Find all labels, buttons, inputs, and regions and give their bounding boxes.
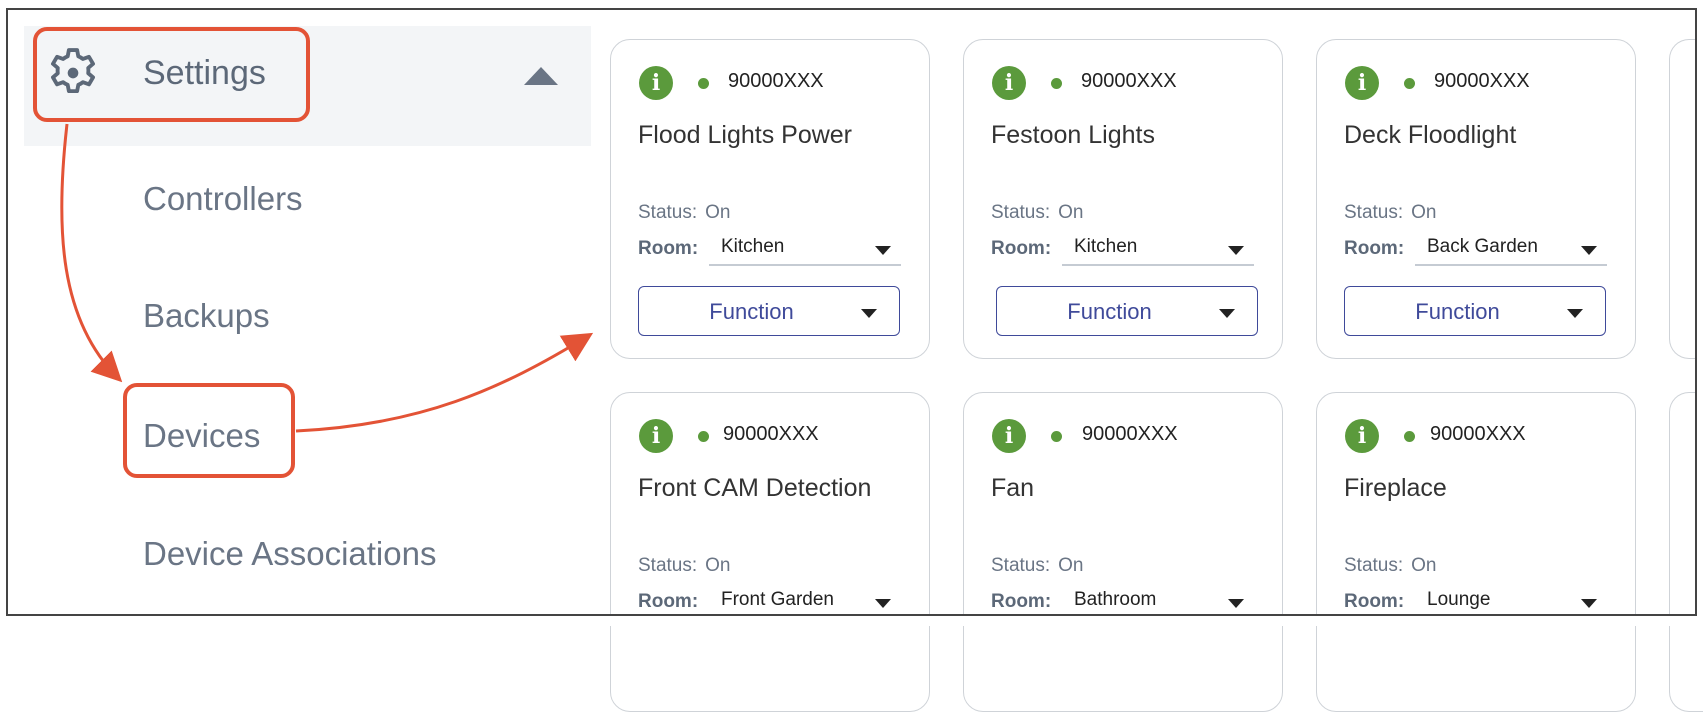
room-select[interactable]: Bathroom [1062,583,1254,619]
settings-highlight-box [33,27,310,122]
info-icon[interactable]: i [639,66,673,100]
chevron-down-icon [1228,246,1244,255]
room-select[interactable]: Kitchen [709,230,901,266]
status-row: Status: On [638,202,731,224]
room-label: Room: [638,591,699,612]
status-label: Status: [991,202,1051,223]
info-icon[interactable]: i [992,66,1026,100]
status-value: On [705,555,731,576]
device-card[interactable]: i 90000XXX Deck Floodlight Status: On Roo… [1316,39,1636,359]
status-label: Status: [1344,555,1404,576]
chevron-down-icon [875,246,891,255]
sidebar-item-controllers[interactable]: Controllers [143,180,303,218]
room-value: Front Garden [721,589,834,610]
sidebar-item-device-associations[interactable]: Device Associations [143,535,436,573]
room-label: Room: [991,238,1052,259]
device-card[interactable]: i 90000XXX Fan Status: On Room: Bathroom [963,392,1283,712]
status-row: Status: On [991,555,1084,577]
room-select[interactable]: Lounge [1415,583,1607,619]
status-value: On [1058,202,1084,223]
info-icon[interactable]: i [1345,419,1379,453]
sidebar-item-backups[interactable]: Backups [143,297,270,335]
device-card[interactable]: i 90000XXX Flood Lights Power Status: On … [610,39,930,359]
room-select[interactable]: Back Garden [1415,230,1607,266]
room-value: Kitchen [1074,236,1138,257]
device-id: 90000XXX [728,70,824,92]
function-dropdown-button[interactable]: Function [996,286,1258,336]
room-select[interactable]: Kitchen [1062,230,1254,266]
function-dropdown-button[interactable]: Function [1344,286,1606,336]
device-id: 90000XXX [1081,70,1177,92]
device-card[interactable]: i 90000XXX Fireplace Status: On Room: Lou… [1316,392,1636,712]
device-id: 90000XXX [1430,423,1526,445]
device-name: Festoon Lights [991,121,1155,149]
device-id: 90000XXX [1434,70,1530,92]
online-status-dot [1051,431,1062,442]
info-icon[interactable]: i [1345,66,1379,100]
device-name: Fan [991,474,1035,502]
status-row: Status: On [1344,555,1437,577]
room-value: Kitchen [721,236,785,257]
status-value: On [705,202,731,223]
info-icon[interactable]: i [992,419,1026,453]
status-value: On [1411,202,1437,223]
right-mask [1697,0,1703,626]
status-value: On [1411,555,1437,576]
room-value: Back Garden [1427,236,1538,257]
status-row: Status: On [1344,202,1437,224]
function-dropdown-button[interactable]: Function [638,286,900,336]
status-row: Status: On [638,555,731,577]
room-value: Bathroom [1074,589,1157,610]
status-label: Status: [638,555,698,576]
online-status-dot [1404,78,1415,89]
chevron-down-icon [1567,309,1583,318]
device-id: 90000XXX [1082,423,1178,445]
status-value: On [1058,555,1084,576]
device-name: Flood Lights Power [638,121,853,149]
chevron-down-icon [1581,246,1597,255]
device-card[interactable]: i 90000XXX Front CAM Detection Status: On… [610,392,930,712]
device-id: 90000XXX [723,423,819,445]
status-label: Status: [1344,202,1404,223]
function-label: Function [1067,299,1152,324]
bottom-mask [0,616,1703,626]
collapse-caret-icon[interactable] [524,67,558,85]
device-name: Deck Floodlight [1344,121,1517,149]
function-label: Function [709,299,794,324]
device-card[interactable]: i 90000XXX Festoon Lights Status: On Room… [963,39,1283,359]
online-status-dot [698,431,709,442]
status-label: Status: [638,202,698,223]
chevron-down-icon [1228,599,1244,608]
room-select[interactable]: Front Garden [709,583,901,619]
status-row: Status: On [991,202,1084,224]
room-label: Room: [1344,238,1405,259]
devices-highlight-box [123,383,295,478]
online-status-dot [1404,431,1415,442]
device-name: Fireplace [1344,474,1447,502]
room-label: Room: [638,238,699,259]
chevron-down-icon [1581,599,1597,608]
online-status-dot [1051,78,1062,89]
function-label: Function [1415,299,1500,324]
room-value: Lounge [1427,589,1491,610]
chevron-down-icon [1219,309,1235,318]
chevron-down-icon [861,309,877,318]
room-label: Room: [1344,591,1405,612]
info-icon[interactable]: i [639,419,673,453]
room-label: Room: [991,591,1052,612]
device-name: Front CAM Detection [638,474,872,502]
status-label: Status: [991,555,1051,576]
online-status-dot [698,78,709,89]
chevron-down-icon [875,599,891,608]
